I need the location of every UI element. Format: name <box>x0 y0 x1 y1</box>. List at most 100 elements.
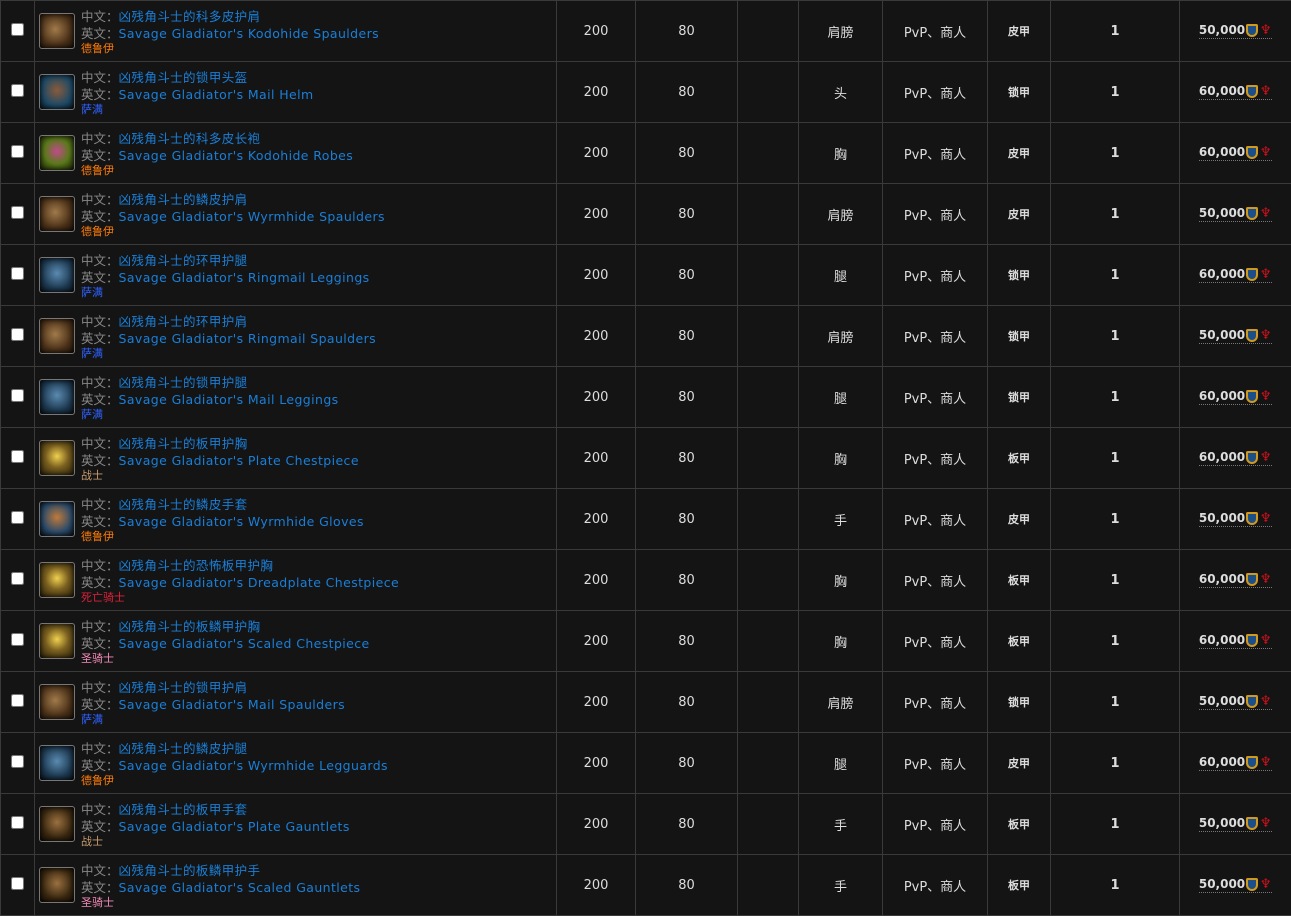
chinese-label: 中文： <box>81 436 119 451</box>
spaulders-icon[interactable] <box>39 684 75 720</box>
gloves-icon[interactable] <box>39 501 75 537</box>
robe-icon[interactable] <box>39 135 75 171</box>
item-link-english[interactable]: Savage Gladiator's Wyrmhide Spaulders <box>119 209 385 224</box>
item-link-english[interactable]: Savage Gladiator's Wyrmhide Legguards <box>119 758 388 773</box>
item-cell: 中文：凶残角斗士的恐怖板甲护胸 英文：Savage Gladiator's Dr… <box>35 550 557 611</box>
price-value: 50,000 <box>1199 877 1245 891</box>
select-cell <box>1 1 35 62</box>
item-link-english[interactable]: Savage Gladiator's Mail Helm <box>119 87 314 102</box>
armor-type: 板甲 <box>988 855 1051 916</box>
item-link-chinese[interactable]: 凶残角斗士的科多皮护肩 <box>119 9 261 24</box>
empty-cell <box>738 62 799 123</box>
item-link-chinese[interactable]: 凶残角斗士的科多皮长袍 <box>119 131 261 146</box>
item-link-english[interactable]: Savage Gladiator's Mail Leggings <box>119 392 339 407</box>
item-link-chinese[interactable]: 凶残角斗士的环甲护腿 <box>119 253 248 268</box>
row-checkbox[interactable] <box>11 23 24 36</box>
horde-icon: ♆ <box>1259 451 1272 464</box>
item-link-chinese[interactable]: 凶残角斗士的板鳞甲护手 <box>119 863 261 878</box>
item-link-english[interactable]: Savage Gladiator's Kodohide Robes <box>119 148 354 163</box>
item-cell: 中文：凶残角斗士的鳞皮护肩 英文：Savage Gladiator's Wyrm… <box>35 184 557 245</box>
chinese-label: 中文： <box>81 863 119 878</box>
chinese-label: 中文： <box>81 619 119 634</box>
item-link-english[interactable]: Savage Gladiator's Plate Gauntlets <box>119 819 350 834</box>
leggings-icon[interactable] <box>39 379 75 415</box>
english-label: 英文： <box>81 880 119 895</box>
gauntlets-icon[interactable] <box>39 867 75 903</box>
row-checkbox[interactable] <box>11 84 24 97</box>
chestpiece-icon[interactable] <box>39 562 75 598</box>
item-link-chinese[interactable]: 凶残角斗士的锁甲护肩 <box>119 680 248 695</box>
row-checkbox[interactable] <box>11 877 24 890</box>
item-link-english[interactable]: Savage Gladiator's Wyrmhide Gloves <box>119 514 364 529</box>
item-cell: 中文：凶残角斗士的锁甲头盔 英文：Savage Gladiator's Mail… <box>35 62 557 123</box>
item-table: 中文： 凶残角斗士的科多皮护肩 英文： Savage Gladiator's Kod… <box>0 0 1291 916</box>
gauntlets-icon[interactable] <box>39 806 75 842</box>
armor-type: 皮甲 <box>988 123 1051 184</box>
item-link-english[interactable]: Savage Gladiator's Scaled Chestpiece <box>119 636 370 651</box>
item-link-chinese[interactable]: 凶残角斗士的鳞皮护腿 <box>119 741 248 756</box>
price-value: 50,000 <box>1199 328 1245 342</box>
item-link-chinese[interactable]: 凶残角斗士的锁甲护腿 <box>119 375 248 390</box>
spaulders-icon[interactable] <box>39 13 75 49</box>
item-link-chinese[interactable]: 凶残角斗士的板鳞甲护胸 <box>119 619 261 634</box>
source: PvP、商人 <box>883 245 988 306</box>
required-level: 80 <box>636 855 738 916</box>
price-value: 60,000 <box>1199 145 1245 159</box>
item-level: 200 <box>557 855 636 916</box>
quantity: 1 <box>1051 123 1180 184</box>
english-label: 英文： <box>81 575 119 590</box>
item-link-chinese[interactable]: 凶残角斗士的板甲手套 <box>119 802 248 817</box>
slot: 肩膀 <box>799 184 883 245</box>
leggings-icon[interactable] <box>39 745 75 781</box>
row-checkbox[interactable] <box>11 206 24 219</box>
empty-cell <box>738 550 799 611</box>
item-link-chinese[interactable]: 凶残角斗士的锁甲头盔 <box>119 70 248 85</box>
item-link-chinese[interactable]: 凶残角斗士的环甲护肩 <box>119 314 248 329</box>
item-link-english[interactable]: Savage Gladiator's Ringmail Spaulders <box>119 331 377 346</box>
item-link-english[interactable]: Savage Gladiator's Kodohide Spaulders <box>119 26 380 41</box>
chestpiece-icon[interactable] <box>39 440 75 476</box>
item-link-chinese[interactable]: 凶残角斗士的鳞皮手套 <box>119 497 248 512</box>
alliance-icon <box>1246 268 1258 281</box>
row-checkbox[interactable] <box>11 572 24 585</box>
item-link-english[interactable]: Savage Gladiator's Dreadplate Chestpiece <box>119 575 400 590</box>
row-checkbox[interactable] <box>11 816 24 829</box>
row-checkbox[interactable] <box>11 755 24 768</box>
english-label: 英文： <box>81 331 119 346</box>
alliance-icon <box>1246 146 1258 159</box>
chestpiece-icon[interactable] <box>39 623 75 659</box>
row-checkbox[interactable] <box>11 389 24 402</box>
item-cell: 中文：凶残角斗士的科多皮护肩 英文：Savage Gladiator's Kod… <box>35 1 557 62</box>
row-checkbox[interactable] <box>11 511 24 524</box>
slot: 肩膀 <box>799 1 883 62</box>
row-checkbox[interactable] <box>11 694 24 707</box>
source: PvP、商人 <box>883 733 988 794</box>
empty-cell <box>738 855 799 916</box>
table-row: 中文：凶残角斗士的环甲护肩 英文：Savage Gladiator's Ring… <box>1 306 1291 367</box>
required-level: 80 <box>636 245 738 306</box>
required-level: 80 <box>636 672 738 733</box>
price-cell: 60,000♆ <box>1180 245 1291 306</box>
source: PvP、商人 <box>883 184 988 245</box>
item-link-english[interactable]: Savage Gladiator's Plate Chestpiece <box>119 453 359 468</box>
chinese-label: 中文： <box>81 131 119 146</box>
source: PvP、商人 <box>883 489 988 550</box>
item-link-english[interactable]: Savage Gladiator's Ringmail Leggings <box>119 270 370 285</box>
helm-icon[interactable] <box>39 74 75 110</box>
item-link-chinese[interactable]: 凶残角斗士的恐怖板甲护胸 <box>119 558 274 573</box>
required-level: 80 <box>636 367 738 428</box>
item-link-english[interactable]: Savage Gladiator's Mail Spaulders <box>119 697 346 712</box>
row-checkbox[interactable] <box>11 267 24 280</box>
spaulders-icon[interactable] <box>39 196 75 232</box>
leggings-icon[interactable] <box>39 257 75 293</box>
row-checkbox[interactable] <box>11 450 24 463</box>
row-checkbox[interactable] <box>11 145 24 158</box>
item-link-chinese[interactable]: 凶残角斗士的板甲护胸 <box>119 436 248 451</box>
item-cell: 中文：凶残角斗士的锁甲护肩 英文：Savage Gladiator's Mail… <box>35 672 557 733</box>
item-link-chinese[interactable]: 凶残角斗士的鳞皮护肩 <box>119 192 248 207</box>
spaulders-icon[interactable] <box>39 318 75 354</box>
price-cell: 50,000♆ <box>1180 672 1291 733</box>
row-checkbox[interactable] <box>11 328 24 341</box>
item-link-english[interactable]: Savage Gladiator's Scaled Gauntlets <box>119 880 361 895</box>
row-checkbox[interactable] <box>11 633 24 646</box>
